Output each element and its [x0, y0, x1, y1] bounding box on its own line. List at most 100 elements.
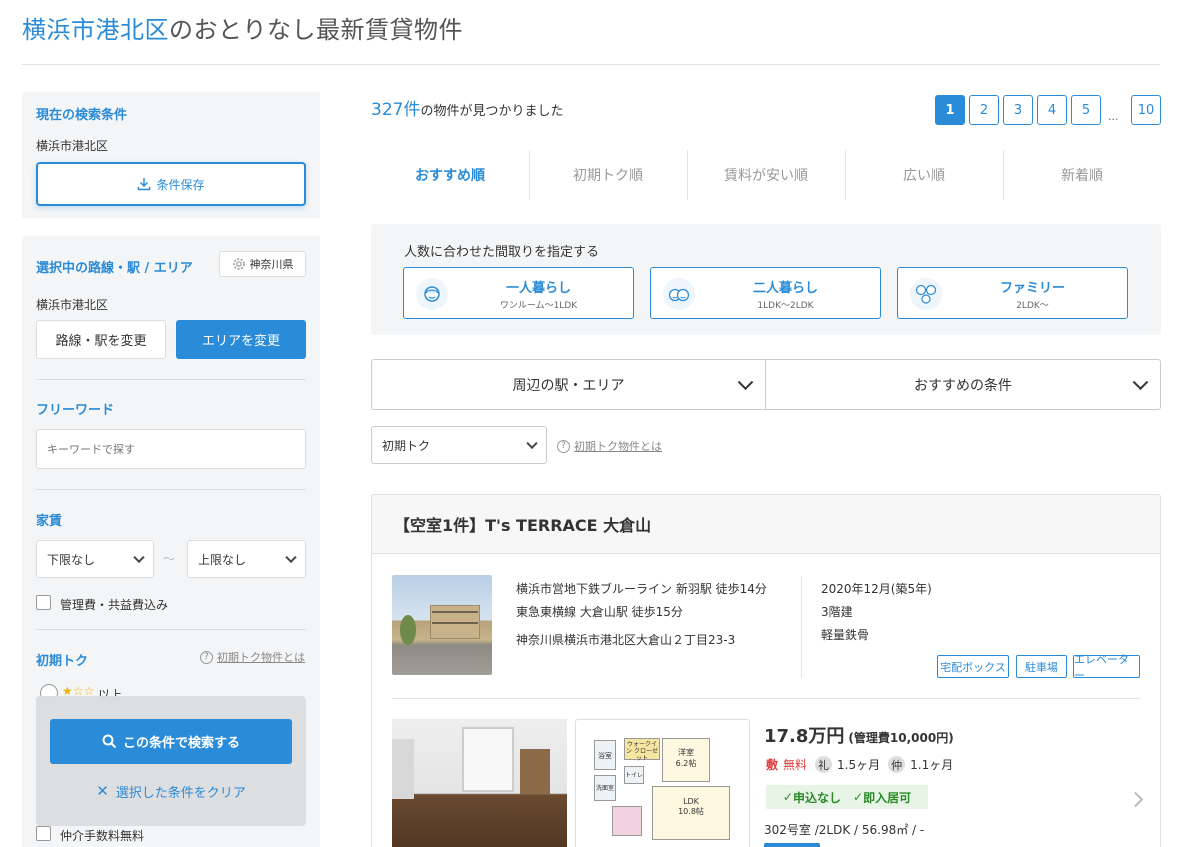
- info-divider: [801, 576, 802, 678]
- prefecture-button[interactable]: 神奈川県: [219, 251, 306, 277]
- room-photo[interactable]: [392, 719, 567, 847]
- close-icon: ✕: [96, 782, 109, 800]
- floorplan-ldk-size: 10.8帖: [678, 807, 704, 816]
- household-family-label: ファミリー: [999, 281, 1065, 296]
- management-fee: (管理費10,000円): [848, 731, 954, 745]
- recommended-conditions-dropdown[interactable]: おすすめの条件: [765, 359, 1161, 410]
- deposit-info: 敷 無料 礼 1.5ヶ月 仲 1.1ヶ月: [766, 756, 953, 773]
- include-fee-checkbox[interactable]: [36, 595, 51, 610]
- result-count-number: 327件: [371, 100, 421, 120]
- page-4-button[interactable]: 4: [1037, 95, 1067, 125]
- property-name[interactable]: 【空室1件】T's TERRACE 大倉山: [371, 494, 1161, 554]
- sidebar-divider: [36, 379, 306, 380]
- household-family-button[interactable]: ファミリー 2LDK〜: [897, 267, 1128, 319]
- route-area-title: 選択中の路線・駅 / エリア: [36, 261, 193, 276]
- page-5-button[interactable]: 5: [1071, 95, 1101, 125]
- shoki-help-link[interactable]: ? 初期トク物件とは: [200, 649, 305, 665]
- check-icon: ✓: [782, 790, 793, 804]
- household-couple-button[interactable]: 二人暮らし 1LDK〜2LDK: [650, 267, 881, 319]
- rent-min-select[interactable]: 下限なし: [36, 540, 154, 578]
- shoki-help-label: 初期トク物件とは: [217, 651, 305, 664]
- access-line-2: 東急東横線 大倉山駅 徒歩15分: [516, 605, 683, 619]
- chevron-down-icon: [737, 373, 754, 390]
- question-icon: ?: [557, 439, 570, 453]
- change-station-button[interactable]: 路線・駅を変更: [36, 320, 166, 359]
- household-single-sub: ワンルーム〜1LDK: [499, 301, 578, 311]
- access-line-1: 横浜市営地下鉄ブルーライン 新羽駅 徒歩14分: [516, 582, 767, 596]
- building-photo[interactable]: [392, 575, 492, 675]
- floorplan-toilet: トイレ: [624, 766, 644, 784]
- rent-min-value: 下限なし: [47, 552, 96, 567]
- result-count: 327件の物件が見つかりました: [371, 95, 563, 120]
- floorplan-entrance: [612, 806, 642, 836]
- freeword-input[interactable]: [36, 429, 306, 469]
- property-address: 神奈川県横浜市港北区大倉山２丁目23-3: [516, 633, 736, 647]
- tab-shoki[interactable]: 初期トク順: [529, 150, 687, 200]
- search-button[interactable]: この条件で検索する: [50, 719, 292, 764]
- floorplan-bath: 浴室: [594, 740, 616, 770]
- card-divider: [392, 698, 1140, 699]
- chu-value: 1.1ヶ月: [910, 758, 954, 772]
- chu-badge: 仲: [888, 756, 906, 773]
- tab-recommended[interactable]: おすすめ順: [371, 150, 529, 200]
- household-couple-label: 二人暮らし: [752, 281, 818, 296]
- header-divider: [22, 64, 1160, 65]
- save-conditions-button[interactable]: 条件保存: [36, 162, 306, 206]
- question-icon: ?: [200, 650, 213, 664]
- rent-info: 17.8万円 (管理費10,000円): [764, 722, 954, 748]
- status-badge: 申込なし: [792, 790, 841, 805]
- agent-free-checkbox[interactable]: [36, 826, 51, 841]
- result-count-suffix: の物件が見つかりました: [420, 104, 564, 119]
- recommended-conditions-label: おすすめの条件: [914, 377, 1012, 394]
- chevron-down-icon: [285, 551, 297, 564]
- household-single-button[interactable]: 一人暮らし ワンルーム〜1LDK: [403, 267, 634, 319]
- floorplan-image[interactable]: 浴室 ウォークイン クローゼット 洋室 6.2帖 洗面室 トイレ LDK 10.8帖: [575, 719, 750, 847]
- rei-badge: 礼: [815, 756, 833, 773]
- household-couple-sub: 1LDK〜2LDK: [757, 301, 814, 311]
- tab-newest[interactable]: 新着順: [1003, 150, 1161, 200]
- shoki-select[interactable]: 初期トク: [371, 426, 547, 464]
- shoki-help-link-main[interactable]: ? 初期トク物件とは: [557, 438, 662, 454]
- page-2-button[interactable]: 2: [969, 95, 999, 125]
- tab-largest[interactable]: 広い順: [845, 150, 1003, 200]
- clear-conditions-label: 選択した条件をクリア: [115, 785, 246, 801]
- feature-tag: エレベーター: [1073, 653, 1140, 682]
- rent-max-select[interactable]: 上限なし: [187, 540, 306, 578]
- tab-cheapest[interactable]: 賃料が安い順: [687, 150, 845, 200]
- room-detail: 302号室 /2LDK / 56.98㎡ / -: [764, 823, 925, 837]
- page-10-button[interactable]: 10: [1131, 95, 1161, 125]
- structure: 軽量鉄骨: [821, 628, 870, 642]
- household-family-sub: 2LDK〜: [1016, 301, 1049, 311]
- rent-max-value: 上限なし: [198, 552, 247, 567]
- station-area-dropdown[interactable]: 周辺の駅・エリア: [371, 359, 766, 410]
- shiki-value: 無料: [783, 758, 808, 772]
- rent-price: 17.8万円: [764, 726, 845, 747]
- household-title: 人数に合わせた間取りを指定する: [404, 245, 600, 260]
- page-title-rest: のおとりなし最新賃貸物件: [169, 16, 463, 44]
- chevron-down-icon: [133, 551, 145, 564]
- clear-conditions-button[interactable]: ✕ 選択した条件をクリア: [36, 780, 306, 802]
- floorplan-wash: 洗面室: [594, 775, 616, 801]
- floors: 3階建: [821, 605, 853, 619]
- change-area-button[interactable]: エリアを変更: [176, 320, 306, 359]
- room-detail-button-edge[interactable]: [764, 843, 820, 847]
- include-fee-label: 管理費・共益費込み: [60, 598, 169, 612]
- route-area-value: 横浜市港北区: [36, 298, 109, 312]
- feature-tag: 駐車場: [1016, 655, 1067, 678]
- page-3-button[interactable]: 3: [1003, 95, 1033, 125]
- floorplan-room: 洋室 6.2帖: [662, 738, 710, 782]
- save-conditions-label: 条件保存: [156, 177, 205, 192]
- shoki-help-main-label: 初期トク物件とは: [574, 440, 662, 453]
- search-icon: [102, 734, 117, 749]
- check-icon: ✓: [853, 790, 864, 804]
- floorplan-room-size: 6.2帖: [675, 759, 697, 768]
- page-1-button[interactable]: 1: [935, 95, 965, 125]
- rent-range-tilde: 〜: [163, 552, 176, 566]
- page-title-area: 横浜市港北区: [22, 16, 169, 44]
- sidebar-divider: [36, 489, 306, 490]
- floorplan-room-name: 洋室: [678, 748, 694, 757]
- rent-title: 家賃: [36, 514, 63, 529]
- room-status-badges: ✓ 申込なし ✓ 即入居可: [766, 785, 928, 809]
- download-icon: [138, 178, 151, 191]
- pagination-ellipsis: ...: [1108, 110, 1119, 123]
